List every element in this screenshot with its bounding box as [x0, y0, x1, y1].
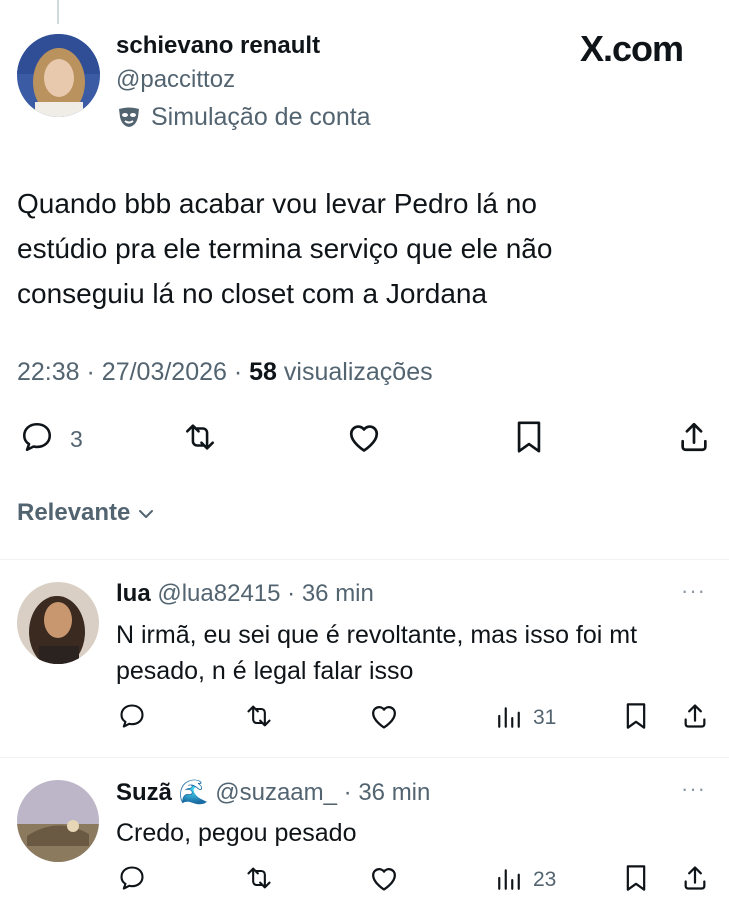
author-display-name[interactable]: schievano renault	[116, 32, 320, 60]
meta-separator: ·	[280, 580, 302, 607]
sort-dropdown[interactable]: Relevante	[17, 499, 155, 528]
chevron-down-icon	[137, 500, 155, 528]
tweet-line: Quando bbb acabar vou levar Pedro lá no	[17, 188, 537, 219]
heart-icon[interactable]	[368, 864, 400, 892]
mask-icon	[117, 106, 141, 128]
more-icon[interactable]: ···	[681, 578, 706, 604]
reply-icon[interactable]	[20, 420, 54, 454]
tweet-time[interactable]: 22:38	[17, 358, 80, 386]
reply-display-name[interactable]: lua	[116, 580, 151, 607]
meta-separator: ·	[86, 358, 102, 386]
tweet-date[interactable]: 27/03/2026	[102, 358, 227, 386]
heart-icon[interactable]	[368, 702, 400, 730]
reply-time[interactable]: 36 min	[302, 580, 374, 607]
bookmark-icon[interactable]	[623, 864, 649, 892]
views-icon[interactable]	[496, 704, 522, 730]
bookmark-icon[interactable]	[623, 702, 649, 730]
reply-count[interactable]: 3	[70, 426, 83, 453]
divider	[0, 559, 729, 560]
author-avatar[interactable]	[17, 34, 100, 117]
heart-icon[interactable]	[346, 420, 382, 454]
reply-display-name[interactable]: Suzã	[116, 779, 172, 806]
tweet-line: estúdio pra ele termina serviço que ele …	[17, 233, 553, 264]
author-handle[interactable]: @paccittoz	[116, 66, 235, 94]
retweet-icon[interactable]	[242, 702, 276, 730]
reply-handle[interactable]: @suzaam_	[215, 779, 337, 806]
views-label: visualizações	[283, 358, 433, 386]
share-icon[interactable]	[681, 702, 709, 730]
divider	[0, 757, 729, 758]
retweet-icon[interactable]	[242, 864, 276, 892]
tweet-line: conseguiu lá no closet com a Jordana	[17, 278, 488, 309]
tweet-text: Quando bbb acabar vou levar Pedro lá no …	[17, 181, 717, 316]
thread-line	[57, 0, 59, 24]
sort-label: Relevante	[17, 499, 131, 526]
reply-icon[interactable]	[117, 864, 147, 892]
reply-handle[interactable]: @lua82415	[157, 580, 280, 607]
more-icon[interactable]: ···	[681, 776, 706, 802]
tweet-meta: 22:38 · 27/03/2026 · 58 visualizações	[17, 358, 433, 387]
reply-text: N irmã, eu sei que é revoltante, mas iss…	[116, 617, 637, 689]
reply-text: Credo, pegou pesado	[116, 815, 356, 851]
meta-separator: ·	[233, 358, 250, 386]
reply-time[interactable]: 36 min	[358, 779, 430, 806]
reply-avatar[interactable]	[17, 582, 99, 664]
views-count[interactable]: 23	[533, 868, 556, 892]
brand-logo: X.com	[580, 28, 684, 70]
reply-header: lua @lua82415 · 36 min	[116, 580, 374, 608]
reply-header: Suzã 🌊 @suzaam_ · 36 min	[116, 778, 430, 807]
views-count[interactable]: 58	[249, 358, 277, 386]
reply-avatar[interactable]	[17, 780, 99, 862]
bookmark-icon[interactable]	[514, 420, 544, 454]
reply-line: Credo, pegou pesado	[116, 819, 357, 847]
share-icon[interactable]	[681, 864, 709, 892]
reply-line: pesado, n é legal falar isso	[116, 657, 414, 685]
account-label: Simulação de conta	[151, 103, 371, 131]
meta-separator: ·	[337, 779, 359, 806]
views-count[interactable]: 31	[533, 706, 556, 730]
brand-text: X.com	[580, 28, 684, 69]
views-icon[interactable]	[496, 866, 522, 892]
retweet-icon[interactable]	[180, 420, 220, 454]
wave-emoji: 🌊	[178, 779, 209, 806]
share-icon[interactable]	[677, 420, 711, 454]
reply-line: N irmã, eu sei que é revoltante, mas iss…	[116, 621, 638, 649]
reply-icon[interactable]	[117, 702, 147, 730]
